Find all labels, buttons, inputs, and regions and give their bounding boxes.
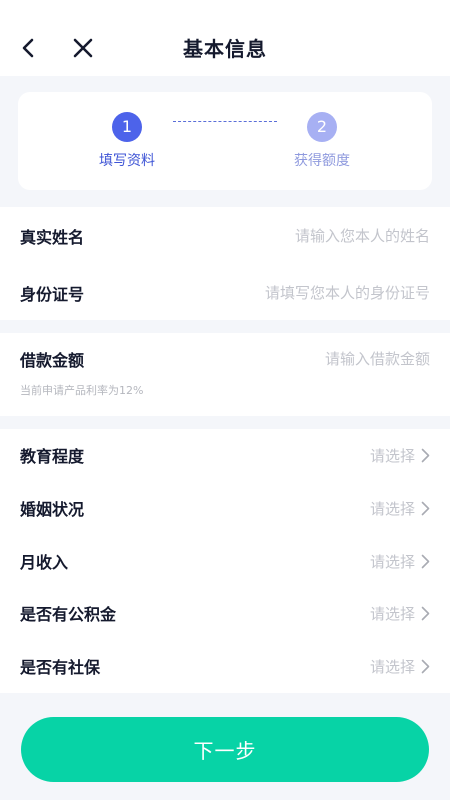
social-insurance-label: 是否有社保 xyxy=(20,658,101,677)
monthly-income-label: 月收入 xyxy=(20,553,69,572)
select-placeholder: 请选择 xyxy=(369,657,415,676)
chevron-right-icon xyxy=(421,554,430,568)
real-name-label: 真实姓名 xyxy=(20,228,85,247)
housing-fund-row[interactable]: 是否有公积金 请选择 xyxy=(0,587,450,639)
loan-amount-label: 借款金额 xyxy=(20,351,85,370)
interest-rate-hint: 当前申请产品利率为12% xyxy=(20,384,144,397)
step-number-badge: 2 xyxy=(307,112,337,142)
top-bar: 基本信息 xyxy=(0,0,450,76)
monthly-income-select[interactable]: 请选择 xyxy=(370,551,430,572)
marital-status-select[interactable]: 请选择 xyxy=(370,498,430,519)
marital-status-row[interactable]: 婚姻状况 请选择 xyxy=(0,482,450,534)
loan-amount-input[interactable] xyxy=(210,350,430,368)
step-label: 获得额度 xyxy=(294,153,350,169)
step-number-badge: 1 xyxy=(112,112,142,142)
select-placeholder: 请选择 xyxy=(369,499,415,518)
chevron-right-icon xyxy=(421,448,430,462)
chevron-right-icon xyxy=(421,659,430,673)
page-title: 基本信息 xyxy=(183,37,267,61)
real-name-row: 真实姓名 xyxy=(0,210,450,262)
id-number-row: 身份证号 xyxy=(0,267,450,319)
loan-section: 借款金额 当前申请产品利率为12% xyxy=(0,333,450,416)
step-fill-info: 1 填写资料 xyxy=(67,112,187,170)
next-step-button[interactable]: 下一步 xyxy=(21,717,429,782)
education-select[interactable]: 请选择 xyxy=(370,445,430,466)
social-insurance-select[interactable]: 请选择 xyxy=(370,656,430,677)
social-insurance-row[interactable]: 是否有社保 请选择 xyxy=(0,640,450,692)
marital-status-label: 婚姻状况 xyxy=(20,500,85,519)
select-placeholder: 请选择 xyxy=(369,552,415,571)
education-label: 教育程度 xyxy=(20,447,85,466)
id-number-input[interactable] xyxy=(210,284,430,302)
identity-section: 真实姓名 身份证号 xyxy=(0,207,450,320)
id-number-label: 身份证号 xyxy=(20,285,85,304)
select-placeholder: 请选择 xyxy=(369,446,415,465)
chevron-right-icon xyxy=(421,606,430,620)
profile-section: 教育程度 请选择 婚姻状况 请选择 月收入 请选择 是否有公积金 请选择 是否有… xyxy=(0,429,450,693)
education-row[interactable]: 教育程度 请选择 xyxy=(0,429,450,481)
housing-fund-select[interactable]: 请选择 xyxy=(370,603,430,624)
monthly-income-row[interactable]: 月收入 请选择 xyxy=(0,535,450,587)
housing-fund-label: 是否有公积金 xyxy=(20,605,117,624)
progress-steps: 1 填写资料 2 获得额度 xyxy=(18,92,432,190)
loan-amount-row: 借款金额 xyxy=(0,333,450,385)
step-get-quota: 2 获得额度 xyxy=(262,112,382,170)
select-placeholder: 请选择 xyxy=(369,604,415,623)
real-name-input[interactable] xyxy=(210,227,430,245)
step-label: 填写资料 xyxy=(99,153,155,169)
chevron-right-icon xyxy=(421,501,430,515)
